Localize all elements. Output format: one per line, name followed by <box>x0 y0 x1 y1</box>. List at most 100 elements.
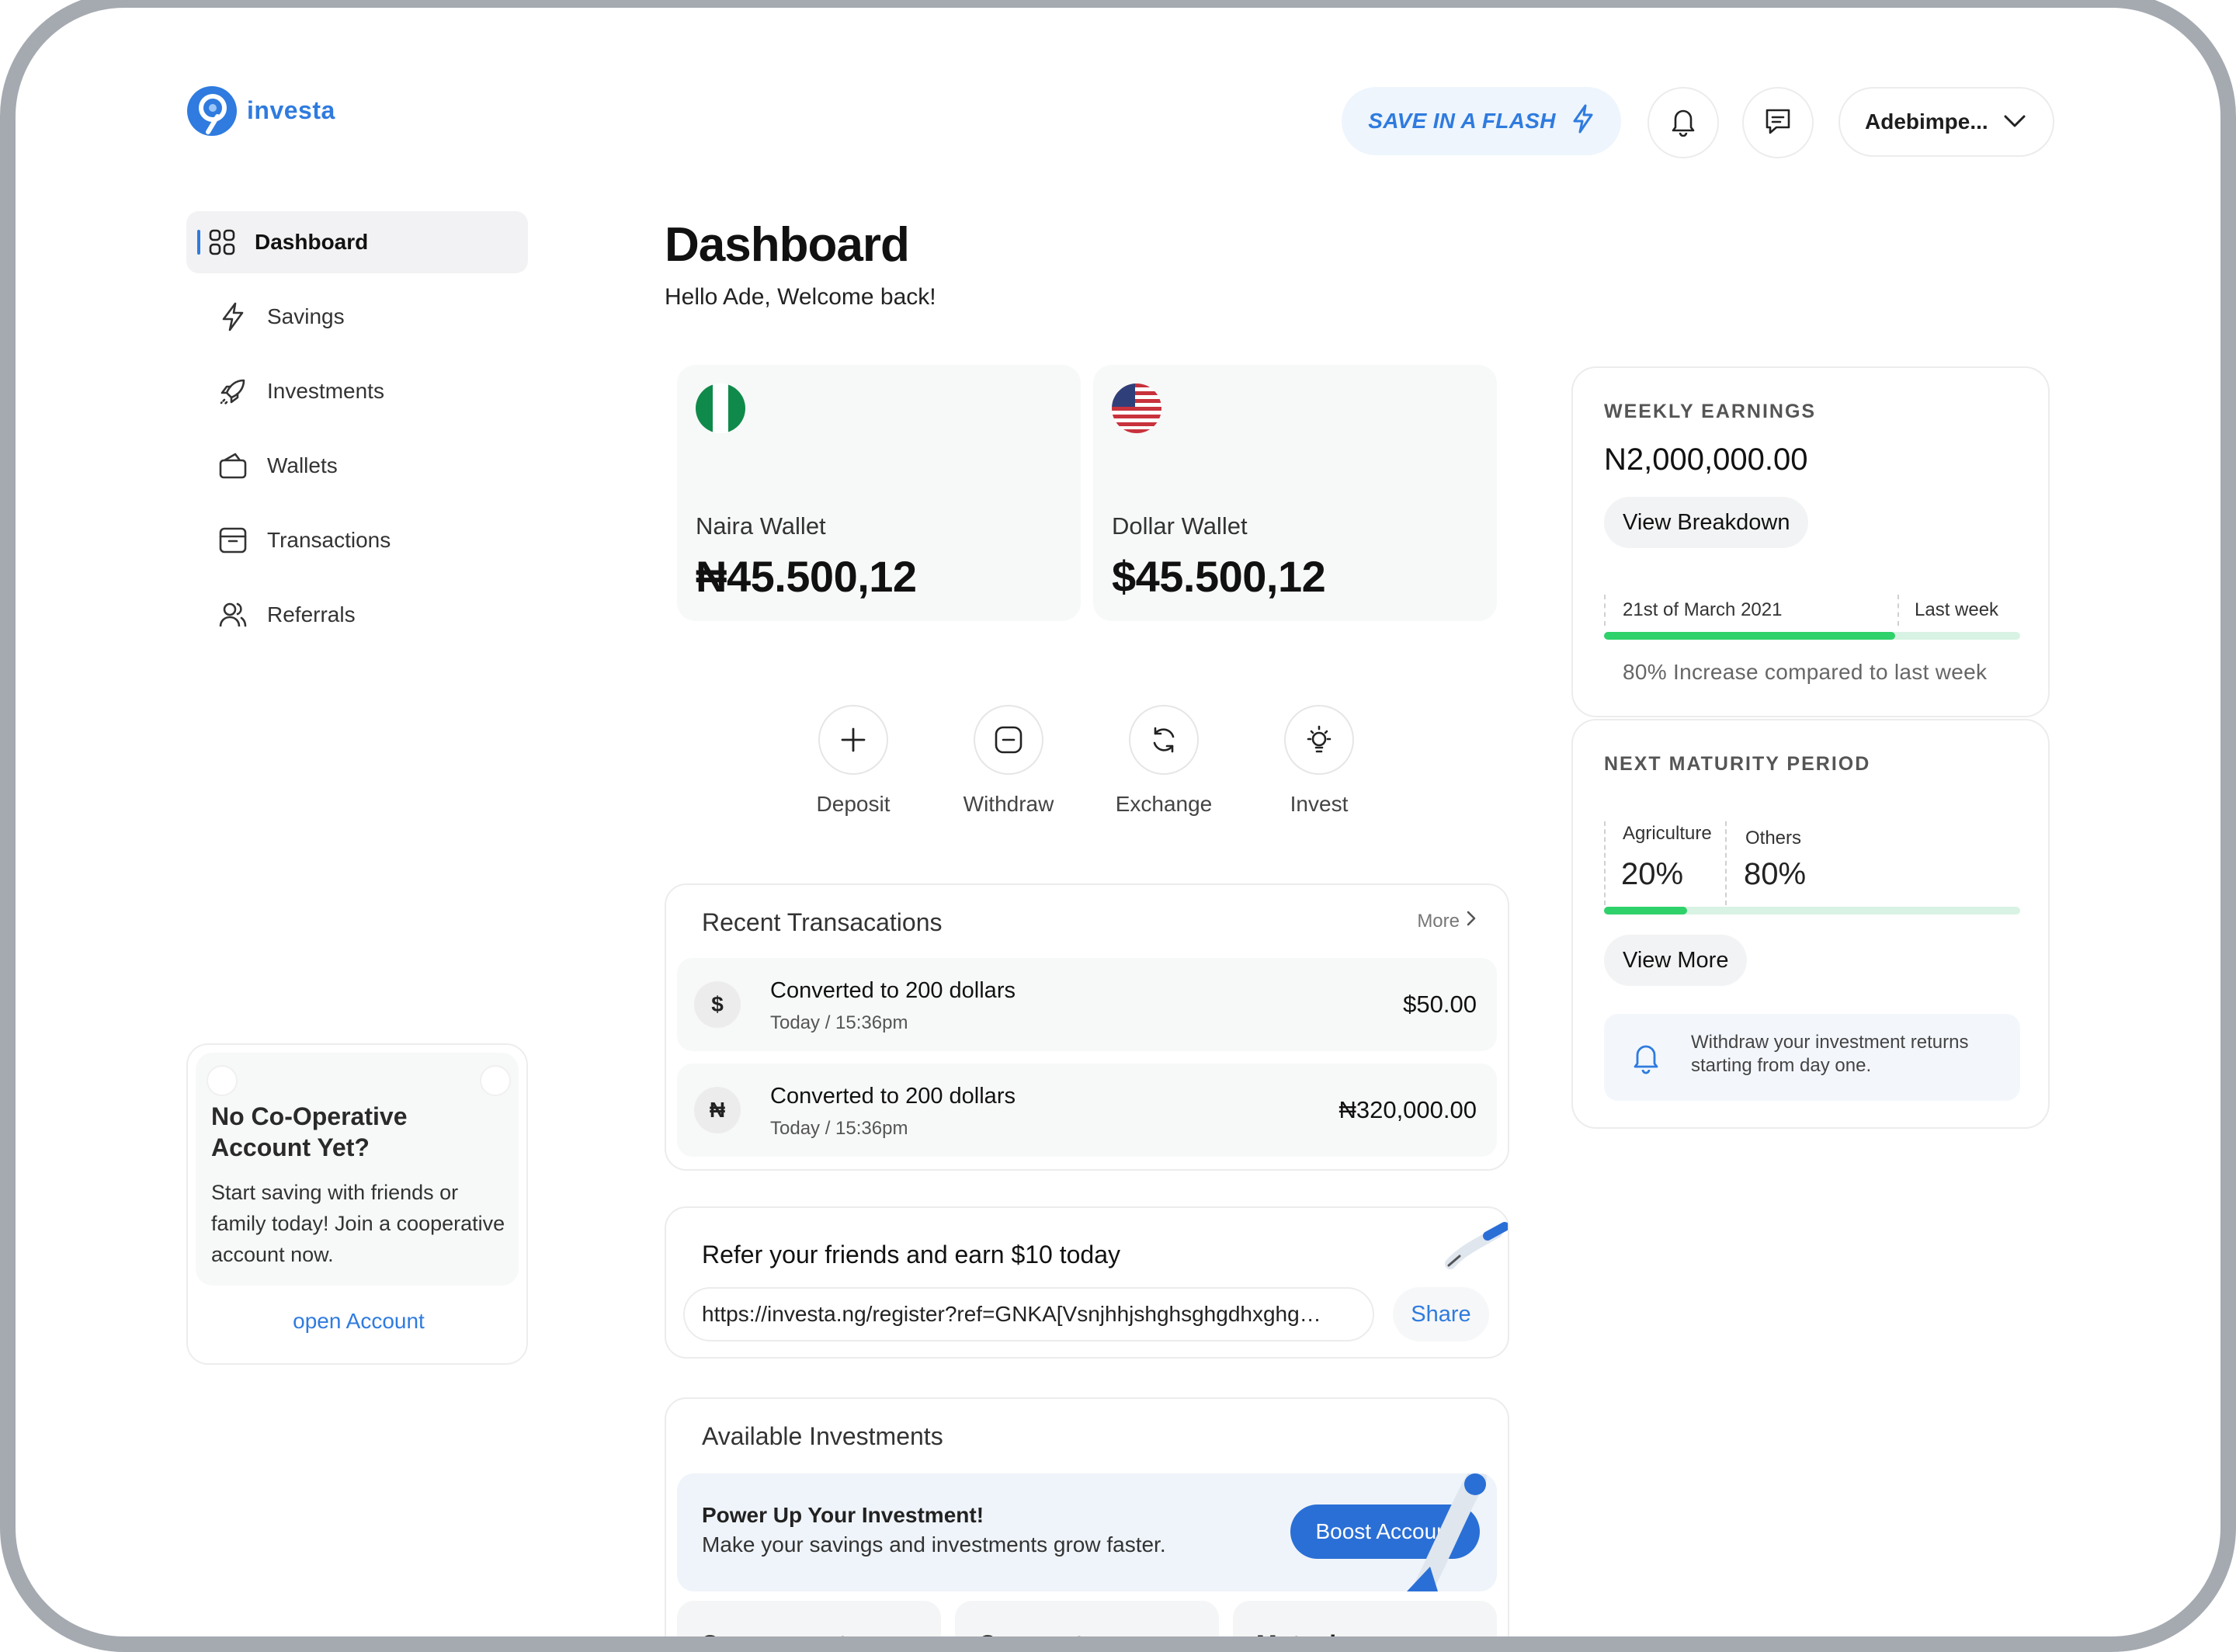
chevron-down-icon <box>2003 109 2026 134</box>
exchange-button[interactable]: Exchange <box>1106 705 1222 817</box>
lightbulb-icon <box>1284 705 1354 775</box>
sidebar-item-savings[interactable]: Savings <box>186 286 528 348</box>
rocket-illustration-icon <box>1376 1473 1492 1591</box>
sidebar-item-referrals[interactable]: Referrals <box>186 584 528 646</box>
decor-dot <box>480 1065 511 1096</box>
action-label: Exchange <box>1115 792 1213 816</box>
action-label: Withdraw <box>963 792 1054 816</box>
plus-icon <box>818 705 888 775</box>
sidebar-item-label: Transactions <box>267 528 391 552</box>
sidebar-item-label: Savings <box>267 304 345 328</box>
naira-icon: ₦ <box>694 1087 741 1133</box>
bell-icon <box>1630 1040 1661 1078</box>
wallet-balance: $45.500,12 <box>1112 552 1326 601</box>
investment-tab-mutual[interactable]: Mutual <box>1233 1601 1497 1636</box>
sidebar-item-label: Dashboard <box>255 230 369 254</box>
lightning-icon <box>217 301 248 332</box>
transaction-row[interactable]: ₦ Converted to 200 dollars Today / 15:36… <box>677 1064 1497 1157</box>
withdraw-button[interactable]: Withdraw <box>950 705 1067 817</box>
sidebar-item-label: Wallets <box>267 453 338 477</box>
sidebar-item-dashboard[interactable]: Dashboard <box>186 211 528 273</box>
maturity-progress-fill <box>1604 907 1688 914</box>
rocket-icon <box>217 376 248 407</box>
transaction-name: Converted to 200 dollars <box>770 1084 1016 1109</box>
coop-title: No Co-Operative Account Yet? <box>211 1102 408 1161</box>
transaction-row[interactable]: $ Converted to 200 dollars Today / 15:36… <box>677 958 1497 1051</box>
weekly-earnings-card: WEEKLY EARNINGS N2,000,000.00 View Break… <box>1571 366 2050 717</box>
archive-icon <box>217 525 248 556</box>
save-flash-label: SAVE IN A FLASH <box>1368 109 1556 133</box>
minus-square-icon <box>974 705 1043 775</box>
referral-panel: Refer your friends and earn $10 today ht… <box>665 1206 1509 1359</box>
divider <box>1604 595 1606 626</box>
notice-text: Withdraw your investment returns startin… <box>1691 1032 1969 1076</box>
view-breakdown-button[interactable]: View Breakdown <box>1604 497 1809 548</box>
wallet-name: Naira Wallet <box>696 512 826 540</box>
transaction-name: Converted to 200 dollars <box>770 978 1016 1003</box>
boost-banner: Power Up Your Investment! Make your savi… <box>677 1473 1497 1591</box>
view-more-button[interactable]: View More <box>1604 935 1748 986</box>
date-label: 21st of March 2021 <box>1623 599 1783 620</box>
more-label: More <box>1417 910 1460 932</box>
divider <box>1725 821 1727 905</box>
withdraw-notice: Withdraw your investment returns startin… <box>1604 1014 2020 1101</box>
user-menu[interactable]: Adebimpe... <box>1838 87 2054 157</box>
chevron-right-icon <box>1466 910 1477 932</box>
segment-value: 80% <box>1744 857 1807 891</box>
weekly-progress-fill <box>1604 632 1896 640</box>
bell-icon <box>1669 106 1697 141</box>
usa-flag-icon <box>1112 384 1161 433</box>
weekly-earnings-amount: N2,000,000.00 <box>1604 442 1808 477</box>
weekly-note: 80% Increase compared to last week <box>1623 660 1988 684</box>
wallet-icon <box>217 450 248 481</box>
boost-title: Power Up Your Investment! <box>702 1503 984 1527</box>
available-investments-panel: Available Investments Power Up Your Inve… <box>665 1397 1509 1636</box>
welcome-text: Hello Ade, Welcome back! <box>665 284 936 310</box>
pointing-hand-icon <box>1443 1222 1509 1275</box>
segment-label: Agriculture <box>1623 823 1712 844</box>
sidebar-item-investments[interactable]: Investments <box>186 360 528 422</box>
segment-value: 20% <box>1621 857 1684 891</box>
users-icon <box>217 599 248 630</box>
referral-title: Refer your friends and earn $10 today <box>702 1241 1120 1268</box>
open-account-link[interactable]: open Account <box>188 1309 529 1334</box>
nigeria-flag-icon <box>696 384 745 433</box>
action-label: Invest <box>1290 792 1349 816</box>
active-indicator <box>197 230 200 255</box>
notifications-button[interactable] <box>1647 87 1719 158</box>
decor-dot <box>207 1065 238 1096</box>
next-maturity-card: NEXT MATURITY PERIOD Agriculture 20% Oth… <box>1571 719 2050 1129</box>
sidebar-item-wallets[interactable]: Wallets <box>186 435 528 497</box>
sidebar-item-label: Investments <box>267 379 384 403</box>
dollar-wallet-card[interactable]: Dollar Wallet $45.500,12 <box>1093 365 1497 621</box>
save-in-a-flash-button[interactable]: SAVE IN A FLASH <box>1342 87 1621 155</box>
chat-icon <box>1762 106 1793 141</box>
dollar-icon: $ <box>694 981 741 1028</box>
referral-link-field[interactable]: https://investa.ng/register?ref=GNKA[Vsn… <box>683 1287 1374 1341</box>
divider <box>1604 821 1606 905</box>
sidebar-item-transactions[interactable]: Transactions <box>186 509 528 571</box>
more-link[interactable]: More <box>1417 910 1477 932</box>
transaction-amount: $50.00 <box>1403 991 1477 1018</box>
investment-tab-corporate[interactable]: Corporate <box>955 1601 1219 1636</box>
refresh-icon <box>1129 705 1199 775</box>
wallet-balance: ₦45.500,12 <box>696 552 917 601</box>
panel-title: Available Investments <box>702 1422 943 1450</box>
divider <box>1897 595 1899 626</box>
card-heading: WEEKLY EARNINGS <box>1604 401 1817 422</box>
last-week-label: Last week <box>1915 599 1999 620</box>
messages-button[interactable] <box>1742 87 1814 158</box>
investment-tab-government[interactable]: Government <box>677 1601 941 1636</box>
invest-button[interactable]: Invest <box>1261 705 1377 817</box>
investa-logo[interactable] <box>186 85 238 137</box>
sidebar-item-label: Referrals <box>267 602 356 626</box>
transaction-time: Today / 15:36pm <box>770 1118 908 1139</box>
deposit-button[interactable]: Deposit <box>795 705 911 817</box>
transaction-time: Today / 15:36pm <box>770 1012 908 1033</box>
naira-wallet-card[interactable]: Naira Wallet ₦45.500,12 <box>677 365 1081 621</box>
page-title: Dashboard <box>665 218 910 272</box>
coop-text: Start saving with friends or family toda… <box>211 1181 505 1266</box>
share-button[interactable]: Share <box>1393 1287 1489 1341</box>
coop-account-card: No Co-Operative Account Yet? Start savin… <box>186 1043 528 1365</box>
wallet-name: Dollar Wallet <box>1112 512 1248 540</box>
